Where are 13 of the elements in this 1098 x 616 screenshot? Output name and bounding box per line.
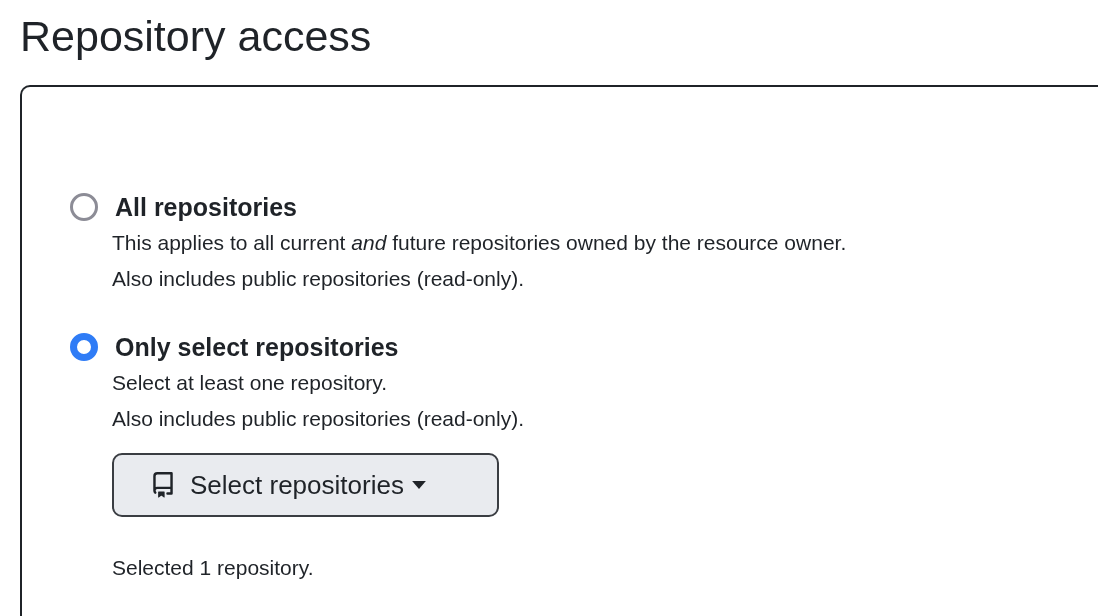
caret-icon	[411, 481, 426, 489]
radio-button[interactable]	[70, 193, 98, 221]
option-description: Also includes public repositories (read-only).	[112, 406, 526, 432]
option-label[interactable]: All repositories	[115, 192, 297, 222]
option-description: This applies to all current and future repositories owned by the resource owner.	[112, 230, 848, 256]
option-label[interactable]: Only select repositories	[115, 332, 399, 362]
option-description: Also includes public repositories (read-only).	[112, 266, 526, 292]
repo-icon	[150, 472, 176, 498]
select-repositories-button[interactable]: Select repositories	[112, 453, 499, 517]
selection-summary: Selected 1 repository.	[112, 555, 315, 581]
option-description: Select at least one repository.	[112, 370, 389, 396]
radio-button[interactable]	[70, 333, 98, 361]
section-title: Repository access	[20, 11, 373, 62]
